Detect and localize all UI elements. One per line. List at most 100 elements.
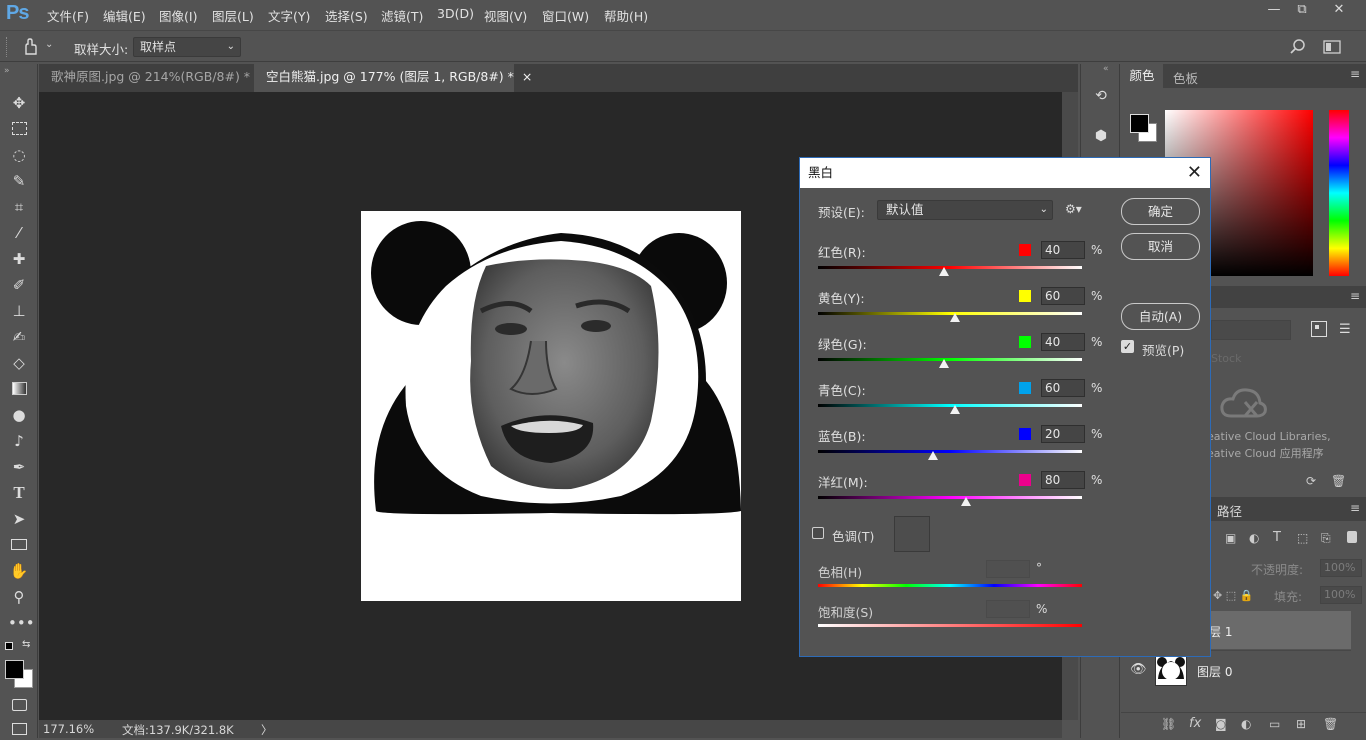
history-brush-tool-icon[interactable]: ✍ bbox=[8, 326, 30, 348]
fill-field[interactable]: 100% bbox=[1320, 586, 1362, 604]
slider-thumb[interactable] bbox=[960, 497, 971, 506]
brush-tool-icon[interactable]: ✐ bbox=[8, 274, 30, 296]
tab-swatches[interactable]: 色板 bbox=[1173, 68, 1198, 87]
crop-tool-icon[interactable]: ⌗ bbox=[8, 196, 30, 218]
document-canvas[interactable] bbox=[361, 211, 741, 601]
slider-value-input[interactable]: 40 bbox=[1041, 241, 1085, 259]
tab-original-image[interactable]: 歌神原图.jpg @ 214%(RGB/8#) * × bbox=[39, 64, 269, 92]
tint-checkbox[interactable] bbox=[812, 527, 824, 539]
panel-menu-icon[interactable]: ≡ bbox=[1350, 289, 1360, 303]
preset-options-gear-icon[interactable]: ⚙▾ bbox=[1065, 202, 1082, 216]
more-tools-icon[interactable]: ••• bbox=[8, 612, 35, 634]
slider-thumb[interactable] bbox=[927, 451, 938, 460]
add-mask-icon[interactable]: ◙ bbox=[1215, 717, 1227, 731]
trash-icon[interactable]: 🗑 bbox=[1331, 474, 1346, 488]
preset-select[interactable]: 默认值 ⌄ bbox=[877, 200, 1053, 220]
panel-menu-icon[interactable]: ≡ bbox=[1350, 501, 1360, 515]
minimize-button[interactable]: — bbox=[1263, 2, 1285, 22]
tint-color-swatch[interactable] bbox=[894, 516, 930, 552]
menu-filter[interactable]: 滤镜(T) bbox=[381, 6, 423, 25]
hand-tool-icon[interactable]: ✋ bbox=[8, 560, 30, 582]
quick-select-tool-icon[interactable]: ✎ bbox=[8, 170, 30, 192]
gradient-tool-icon[interactable] bbox=[8, 378, 30, 400]
menu-window[interactable]: 窗口(W) bbox=[542, 6, 589, 25]
default-colors-icon[interactable] bbox=[5, 642, 13, 650]
slider-track[interactable] bbox=[818, 266, 1082, 269]
auto-button[interactable]: 自动(A) bbox=[1121, 303, 1200, 330]
saturation-track[interactable] bbox=[818, 624, 1082, 627]
tab-paths[interactable]: 路径 bbox=[1217, 501, 1242, 520]
menu-select[interactable]: 选择(S) bbox=[325, 6, 368, 25]
slider-thumb[interactable] bbox=[938, 359, 949, 368]
dialog-close-icon[interactable]: ✕ bbox=[1187, 158, 1202, 188]
collapse-icon[interactable]: « bbox=[1103, 64, 1109, 74]
filter-toggle-icon[interactable] bbox=[1347, 531, 1357, 543]
lasso-tool-icon[interactable]: ◌ bbox=[8, 144, 30, 166]
hue-slider[interactable] bbox=[1329, 110, 1349, 276]
filter-smart-icon[interactable]: ⎘ bbox=[1321, 531, 1331, 546]
marquee-tool-icon[interactable] bbox=[8, 118, 30, 140]
blur-tool-icon[interactable]: ● bbox=[8, 404, 30, 426]
slider-value-input[interactable]: 60 bbox=[1041, 379, 1085, 397]
dodge-tool-icon[interactable]: ♪ bbox=[8, 430, 30, 452]
fx-icon[interactable]: fx bbox=[1189, 716, 1201, 731]
search-icon[interactable] bbox=[1288, 37, 1308, 57]
tab-blank-panda[interactable]: 空白熊猫.jpg @ 177% (图层 1, RGB/8#) * × bbox=[254, 64, 532, 92]
menu-edit[interactable]: 编辑(E) bbox=[103, 6, 146, 25]
menu-file[interactable]: 文件(F) bbox=[47, 6, 89, 25]
hue-track[interactable] bbox=[818, 584, 1082, 587]
restore-button[interactable]: ⧉ bbox=[1291, 2, 1313, 22]
eyedropper-preset-icon[interactable] bbox=[20, 37, 42, 57]
slider-value-input[interactable]: 80 bbox=[1041, 471, 1085, 489]
sync-icon[interactable]: ⟳ bbox=[1306, 474, 1316, 488]
panel-menu-icon[interactable]: ≡ bbox=[1350, 67, 1360, 81]
stock-search-input[interactable]: Stock bbox=[1211, 352, 1241, 365]
quick-mask-icon[interactable] bbox=[8, 694, 30, 716]
zoom-tool-icon[interactable]: ⚲ bbox=[8, 586, 30, 608]
filter-adjust-icon[interactable]: ◐ bbox=[1249, 531, 1259, 545]
sample-size-select[interactable]: 取样点 ⌄ bbox=[133, 37, 241, 57]
menu-layer[interactable]: 图层(L) bbox=[212, 6, 254, 25]
slider-value-input[interactable]: 60 bbox=[1041, 287, 1085, 305]
filter-shape-icon[interactable]: ⬚ bbox=[1297, 531, 1308, 545]
lock-icons[interactable]: ✥ ⬚ 🔒 bbox=[1213, 589, 1253, 602]
tab-color[interactable]: 颜色 bbox=[1121, 64, 1163, 88]
new-layer-icon[interactable]: ⊞ bbox=[1296, 717, 1306, 731]
menu-3d[interactable]: 3D(D) bbox=[437, 6, 474, 21]
opacity-field[interactable]: 100% bbox=[1320, 559, 1362, 577]
chevron-down-icon[interactable]: ⌄ bbox=[45, 39, 53, 50]
slider-thumb[interactable] bbox=[949, 405, 960, 414]
delete-layer-icon[interactable]: 🗑 bbox=[1323, 717, 1338, 731]
adjustment-layer-icon[interactable]: ◐ bbox=[1241, 717, 1251, 731]
status-menu-arrow[interactable]: 〉 bbox=[261, 722, 273, 738]
slider-track[interactable] bbox=[818, 358, 1082, 361]
slider-value-input[interactable]: 40 bbox=[1041, 333, 1085, 351]
type-tool-icon[interactable]: T bbox=[8, 482, 30, 504]
preview-checkbox[interactable]: ✓ bbox=[1121, 340, 1134, 353]
filter-pixel-icon[interactable]: ▣ bbox=[1225, 531, 1236, 545]
foreground-color-chip[interactable] bbox=[1130, 114, 1149, 133]
3d-cube-icon[interactable]: ⬢ bbox=[1089, 124, 1113, 148]
list-view-icon[interactable]: ☰ bbox=[1339, 322, 1351, 337]
slider-track[interactable] bbox=[818, 496, 1082, 499]
grid-view-icon[interactable] bbox=[1311, 321, 1327, 337]
visibility-eye-icon[interactable]: 👁 bbox=[1130, 662, 1147, 677]
collapse-icon[interactable]: » bbox=[4, 66, 10, 76]
close-window-button[interactable]: ✕ bbox=[1328, 2, 1350, 22]
slider-value-input[interactable]: 20 bbox=[1041, 425, 1085, 443]
pen-tool-icon[interactable]: ✒ bbox=[8, 456, 30, 478]
filter-type-icon[interactable]: T bbox=[1273, 530, 1281, 545]
cancel-button[interactable]: 取消 bbox=[1121, 233, 1200, 260]
slider-thumb[interactable] bbox=[949, 313, 960, 322]
slider-thumb[interactable] bbox=[938, 267, 949, 276]
hue-input[interactable] bbox=[986, 560, 1030, 578]
healing-brush-tool-icon[interactable]: ✚ bbox=[8, 248, 30, 270]
dialog-title-bar[interactable]: 黑白 ✕ bbox=[800, 158, 1210, 188]
link-layers-icon[interactable]: ⛓ bbox=[1161, 717, 1176, 731]
menu-view[interactable]: 视图(V) bbox=[484, 6, 527, 25]
stamp-tool-icon[interactable]: ⊥ bbox=[8, 300, 30, 322]
history-icon[interactable]: ⟲ bbox=[1089, 84, 1113, 108]
rectangle-tool-icon[interactable] bbox=[8, 534, 30, 556]
path-select-tool-icon[interactable]: ➤ bbox=[8, 508, 30, 530]
workspace-icon[interactable] bbox=[1322, 38, 1344, 56]
